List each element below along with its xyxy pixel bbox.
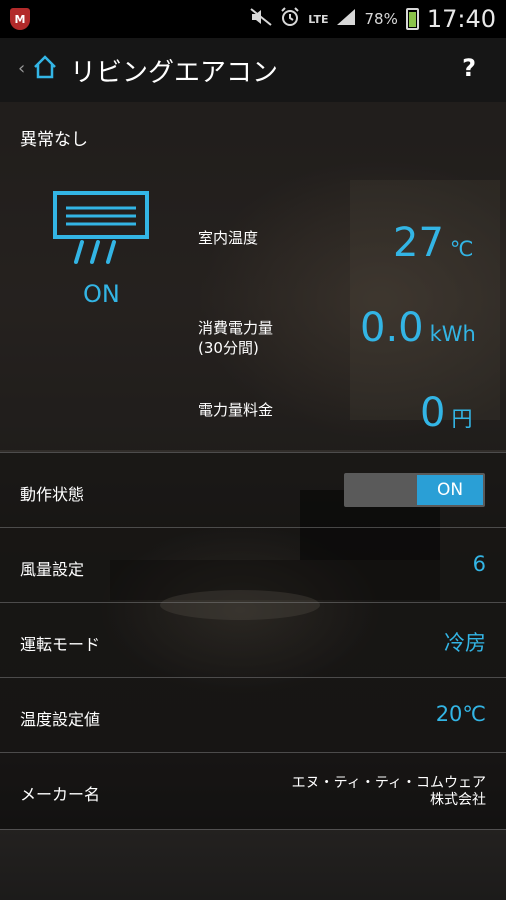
metric-energy: 0.0 kWh <box>360 305 476 351</box>
mcafee-icon: M <box>10 8 30 30</box>
row-label: メーカー名 <box>20 785 101 804</box>
maker-value: エヌ・ティ・ティ・コムウェア 株式会社 <box>291 775 486 808</box>
metric-label-cost: 電力量料金 <box>198 401 274 419</box>
action-bar: ‹ リビングエアコン ? <box>0 38 506 102</box>
metric-label-room-temp: 室内温度 <box>198 229 259 247</box>
toggle-on-label[interactable]: ON <box>417 475 483 505</box>
clock: 17:40 <box>426 5 496 33</box>
metric-unit: 円 <box>451 407 473 431</box>
operation-toggle[interactable]: ON <box>344 473 485 507</box>
row-operation-mode[interactable]: 運転モード 冷房 <box>0 602 506 677</box>
alarm-icon <box>280 7 300 31</box>
row-label: 動作状態 <box>20 485 85 504</box>
row-label: 温度設定値 <box>20 710 101 729</box>
row-operation: 動作状態 ON <box>0 452 506 527</box>
air-conditioner-icon <box>52 190 152 270</box>
metric-value: 27 <box>393 220 444 266</box>
operation-mode-value[interactable]: 冷房 <box>444 627 486 657</box>
ac-power-state: ON <box>83 280 120 308</box>
metric-room-temp: 27 ℃ <box>393 220 474 266</box>
signal-icon <box>336 8 356 30</box>
row-label: 運転モード <box>20 635 101 654</box>
fan-setting-value[interactable]: 6 <box>473 552 486 576</box>
page-title: リビングエアコン <box>70 58 279 88</box>
row-fan-setting[interactable]: 風量設定 6 <box>0 527 506 602</box>
home-icon[interactable] <box>32 54 58 80</box>
back-icon[interactable]: ‹ <box>18 58 25 79</box>
lte-icon: LTE <box>308 12 329 26</box>
device-status: 異常なし <box>20 130 88 150</box>
row-temp-setting[interactable]: 温度設定値 20℃ <box>0 677 506 752</box>
battery-icon <box>405 8 419 30</box>
mute-icon <box>250 8 272 30</box>
battery-percent: 78% <box>364 10 398 28</box>
row-label: 風量設定 <box>20 560 85 579</box>
temp-setting-value[interactable]: 20℃ <box>436 702 486 726</box>
row-maker: メーカー名 エヌ・ティ・ティ・コムウェア 株式会社 <box>0 752 506 829</box>
metric-value: 0.0 <box>360 305 424 351</box>
metric-unit: kWh <box>429 322 476 346</box>
metric-unit: ℃ <box>449 237 474 261</box>
metric-label-energy: 消費電力量 (30分間) <box>198 319 274 357</box>
divider <box>0 829 506 830</box>
metric-value: 0 <box>420 390 446 436</box>
metric-cost: 0 円 <box>420 390 472 436</box>
help-button[interactable]: ? <box>462 54 476 82</box>
status-bar: M LTE 78% 17:40 <box>0 0 506 38</box>
